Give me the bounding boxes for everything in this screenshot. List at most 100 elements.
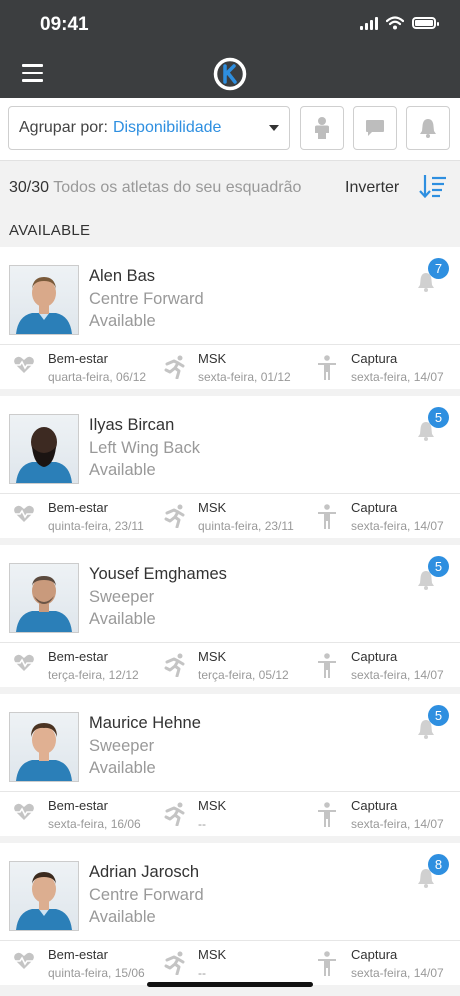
athlete-card[interactable]: Yousef Emghames Sweeper Available 5 Bem-… [0,545,460,687]
athlete-count: 30/30 Todos os atletas do seu esquadrão [9,179,301,197]
menu-icon[interactable] [22,64,43,87]
bell-icon [420,119,436,138]
wellbeing-label: Bem-estar [48,798,108,813]
athlete-availability: Available [89,312,156,330]
capture-label: Captura [351,649,398,664]
runner-icon [164,355,185,379]
athlete-name: Yousef Emghames [89,565,227,583]
divider [0,344,460,345]
capture-date: sexta-feira, 14/07 [351,817,444,831]
athlete-position: Left Wing Back [89,439,200,457]
runner-icon [164,504,185,528]
msk-label: MSK [198,649,227,664]
athlete-filter-button[interactable] [300,106,344,150]
chevron-down-icon [269,125,279,131]
wifi-icon [386,16,404,30]
athlete-name: Ilyas Bircan [89,416,175,434]
athlete-photo [9,861,79,931]
msk-label: MSK [198,351,227,366]
wellbeing-label: Bem-estar [48,500,108,515]
standing-person-icon [318,355,336,380]
capture-date: sexta-feira, 14/07 [351,370,444,384]
heart-pulse-icon [14,505,34,522]
group-by-value: Disponibilidade [112,119,222,136]
app-header: 09:41 [0,0,460,98]
runner-icon [164,653,185,677]
section-title: AVAILABLE [9,222,91,239]
filter-bar: Agrupar por: Disponibilidade [0,98,460,161]
runner-icon [164,951,185,975]
sort-order-icon[interactable] [419,174,447,198]
athlete-availability: Available [89,461,156,479]
athlete-card[interactable]: Maurice Hehne Sweeper Available 5 Bem-es… [0,694,460,836]
standing-person-icon [318,802,336,827]
capture-label: Captura [351,500,398,515]
notification-badge: 5 [428,705,449,726]
msk-date: -- [198,966,206,980]
wellbeing-date: quarta-feira, 06/12 [48,370,147,384]
divider [0,642,460,643]
capture-label: Captura [351,351,398,366]
athlete-count-description: Todos os atletas do seu esquadrão [53,179,302,196]
wellbeing-date: terça-feira, 12/12 [48,668,139,682]
heart-pulse-icon [14,952,34,969]
msk-date: terça-feira, 05/12 [198,668,289,682]
runner-icon [164,802,185,826]
notification-badge: 7 [428,258,449,279]
notification-badge: 5 [428,407,449,428]
athlete-photo [9,712,79,782]
athlete-count-value: 30/30 [9,179,50,196]
battery-icon [412,17,439,29]
msk-label: MSK [198,947,227,962]
heart-pulse-icon [14,356,34,373]
status-time: 09:41 [40,14,89,35]
wellbeing-date: sexta-feira, 16/06 [48,817,141,831]
msk-date: sexta-feira, 01/12 [198,370,291,384]
invert-sort-button[interactable]: Inverter [345,179,399,197]
athlete-photo [9,563,79,633]
group-by-label: Agrupar por: [19,119,108,136]
notifications-button[interactable] [406,106,450,150]
standing-person-icon [318,504,336,529]
standing-person-icon [318,653,336,678]
athlete-availability: Available [89,610,156,628]
msk-label: MSK [198,798,227,813]
standing-person-icon [318,951,336,976]
notification-badge: 5 [428,556,449,577]
msk-label: MSK [198,500,227,515]
chat-bubble-icon [366,120,384,136]
athlete-availability: Available [89,759,156,777]
athlete-name: Adrian Jarosch [89,863,200,881]
home-indicator[interactable] [147,982,313,987]
athlete-availability: Available [89,908,156,926]
capture-date: sexta-feira, 14/07 [351,519,444,533]
heart-pulse-icon [14,654,34,671]
athlete-position: Centre Forward [89,886,204,904]
athlete-card[interactable]: Alen Bas Centre Forward Available 7 Bem-… [0,247,460,389]
athlete-position: Sweeper [89,737,155,755]
athlete-name: Alen Bas [89,267,156,285]
divider [0,791,460,792]
heart-pulse-icon [14,803,34,820]
capture-date: sexta-feira, 14/07 [351,668,444,682]
app-logo [213,57,247,91]
athlete-position: Centre Forward [89,290,204,308]
athlete-photo [9,414,79,484]
msk-date: quinta-feira, 23/11 [198,519,294,533]
messages-button[interactable] [353,106,397,150]
group-by-select[interactable]: Agrupar por: Disponibilidade [8,106,290,150]
person-icon [315,117,329,139]
wellbeing-date: quinta-feira, 15/06 [48,966,145,980]
wellbeing-date: quinta-feira, 23/11 [48,519,144,533]
status-icons [360,16,439,30]
athlete-card[interactable]: Ilyas Bircan Left Wing Back Available 5 … [0,396,460,538]
capture-label: Captura [351,798,398,813]
wellbeing-label: Bem-estar [48,649,108,664]
athlete-photo [9,265,79,335]
athlete-card[interactable]: Adrian Jarosch Centre Forward Available … [0,843,460,985]
wellbeing-label: Bem-estar [48,351,108,366]
athlete-position: Sweeper [89,588,155,606]
msk-date: -- [198,817,206,831]
wellbeing-label: Bem-estar [48,947,108,962]
capture-date: sexta-feira, 14/07 [351,966,444,980]
